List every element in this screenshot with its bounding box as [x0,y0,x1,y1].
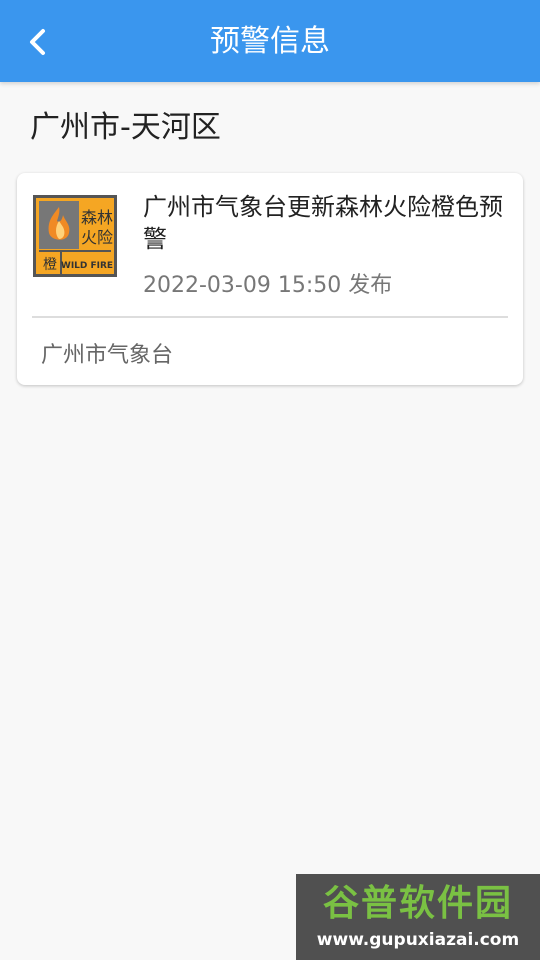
icon-en-label: WILD FIRE [61,261,113,271]
icon-label-mid: 火险 [81,228,113,247]
icon-level-label: 橙 [43,257,57,273]
alert-card[interactable]: 森林 火险 橙 WILD FIRE 广州市气象台更新森林火险橙色预警 2022-… [17,173,523,385]
alert-headline: 广州市气象台更新森林火险橙色预警 [143,193,503,253]
icon-label-top: 森林 [81,208,113,227]
watermark-logo: 谷普软件园 www.gupuxiazai.com [296,874,540,960]
watermark-url: www.gupuxiazai.com [316,930,520,950]
alert-source: 广州市气象台 [41,343,174,368]
page-title: 预警信息 [210,24,330,59]
card-divider [32,316,508,318]
location-title: 广州市-天河区 [30,110,221,145]
top-bar: 预警信息 [0,0,540,82]
wildfire-orange-warning-icon: 森林 火险 橙 WILD FIRE [33,195,117,277]
alert-publish-time: 2022-03-09 15:50 发布 [143,273,393,298]
watermark-title: 谷普软件园 [322,883,513,924]
